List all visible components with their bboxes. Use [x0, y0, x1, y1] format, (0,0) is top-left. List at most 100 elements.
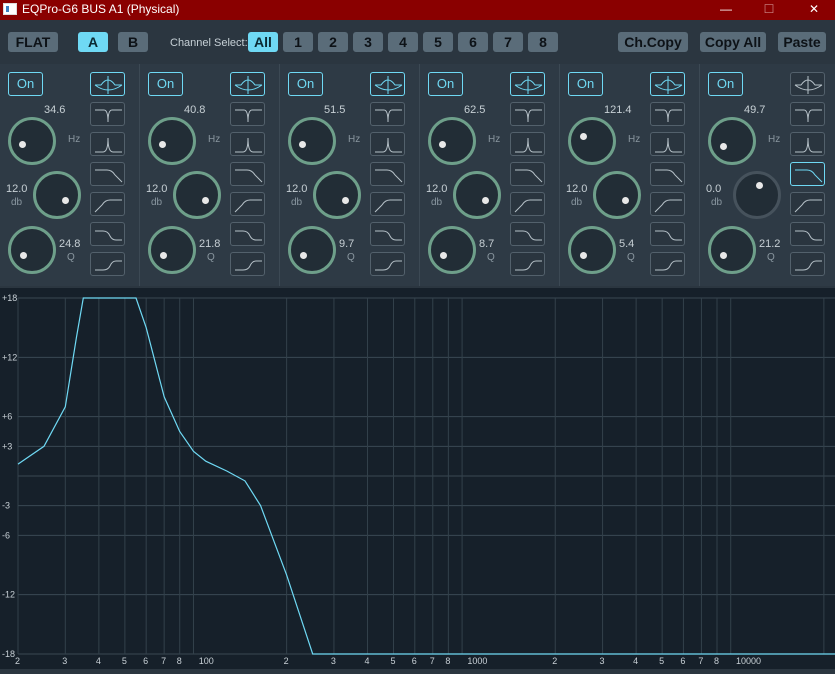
gain-knob[interactable]: [313, 171, 361, 219]
maximize-button[interactable]: ☐: [746, 0, 792, 20]
q-knob[interactable]: [568, 226, 616, 274]
low-shelf-filter-button[interactable]: [790, 222, 825, 246]
bell-filter-button[interactable]: [230, 72, 265, 96]
paste-button[interactable]: Paste: [778, 32, 826, 52]
channel-button-all[interactable]: All: [248, 32, 278, 52]
frequency-knob[interactable]: [568, 117, 616, 165]
peak-filter-button[interactable]: [370, 132, 405, 156]
q-knob[interactable]: [8, 226, 56, 274]
bell-filter-button[interactable]: [790, 72, 825, 96]
band-on-button[interactable]: On: [428, 72, 463, 96]
high-shelf-filter-icon: [95, 260, 122, 271]
channel-button-5[interactable]: 5: [423, 32, 453, 52]
notch-filter-button[interactable]: [370, 102, 405, 126]
high-shelf-filter-button[interactable]: [790, 252, 825, 276]
band-on-button[interactable]: On: [8, 72, 43, 96]
bell-filter-button[interactable]: [510, 72, 545, 96]
flat-button[interactable]: FLAT: [8, 32, 58, 52]
bell-filter-button[interactable]: [650, 72, 685, 96]
low-pass-filter-button[interactable]: [230, 162, 265, 186]
low-pass-filter-button[interactable]: [90, 162, 125, 186]
gain-knob-indicator: [342, 196, 350, 204]
notch-filter-button[interactable]: [790, 102, 825, 126]
high-pass-filter-button[interactable]: [790, 192, 825, 216]
low-shelf-filter-button[interactable]: [510, 222, 545, 246]
x-tick-label: 6: [143, 656, 148, 666]
gain-knob[interactable]: [33, 171, 81, 219]
high-shelf-filter-button[interactable]: [650, 252, 685, 276]
notch-filter-button[interactable]: [650, 102, 685, 126]
gain-knob-indicator: [482, 196, 490, 204]
low-shelf-filter-button[interactable]: [90, 222, 125, 246]
band-on-button[interactable]: On: [568, 72, 603, 96]
bell-filter-button[interactable]: [370, 72, 405, 96]
peak-filter-button[interactable]: [230, 132, 265, 156]
gain-knob[interactable]: [733, 171, 781, 219]
high-shelf-filter-button[interactable]: [510, 252, 545, 276]
preset-b-button[interactable]: B: [118, 32, 148, 52]
low-pass-filter-button[interactable]: [790, 162, 825, 186]
frequency-knob-indicator: [159, 140, 167, 148]
frequency-knob[interactable]: [708, 117, 756, 165]
x-tick-label: 5: [122, 656, 127, 666]
channel-button-7[interactable]: 7: [493, 32, 523, 52]
high-pass-filter-button[interactable]: [230, 192, 265, 216]
high-pass-filter-button[interactable]: [510, 192, 545, 216]
low-pass-filter-button[interactable]: [370, 162, 405, 186]
gain-knob[interactable]: [173, 171, 221, 219]
band-on-button[interactable]: On: [148, 72, 183, 96]
high-shelf-filter-button[interactable]: [370, 252, 405, 276]
close-button[interactable]: ✕: [791, 0, 835, 20]
frequency-knob[interactable]: [148, 117, 196, 165]
peak-filter-button[interactable]: [90, 132, 125, 156]
channel-button-4[interactable]: 4: [388, 32, 418, 52]
preset-a-button[interactable]: A: [78, 32, 108, 52]
peak-filter-button[interactable]: [650, 132, 685, 156]
band-on-button[interactable]: On: [708, 72, 743, 96]
copy-all-button[interactable]: Copy All: [700, 32, 766, 52]
q-knob[interactable]: [288, 226, 336, 274]
bell-filter-button[interactable]: [90, 72, 125, 96]
high-shelf-filter-button[interactable]: [90, 252, 125, 276]
peak-filter-icon: [515, 137, 542, 153]
q-knob[interactable]: [708, 226, 756, 274]
high-pass-filter-button[interactable]: [370, 192, 405, 216]
peak-filter-button[interactable]: [790, 132, 825, 156]
band-on-button[interactable]: On: [288, 72, 323, 96]
x-tick-label: 4: [364, 656, 369, 666]
frequency-knob[interactable]: [8, 117, 56, 165]
high-pass-filter-button[interactable]: [90, 192, 125, 216]
band-strip-2: On 40.8 Hz 12.0 db 21.8 Q: [140, 64, 280, 286]
low-pass-filter-button[interactable]: [650, 162, 685, 186]
high-pass-filter-button[interactable]: [650, 192, 685, 216]
gain-knob[interactable]: [593, 171, 641, 219]
channel-button-2[interactable]: 2: [318, 32, 348, 52]
gain-knob[interactable]: [453, 171, 501, 219]
low-shelf-filter-icon: [375, 230, 402, 241]
x-tick-label: 4: [633, 656, 638, 666]
high-shelf-filter-button[interactable]: [230, 252, 265, 276]
notch-filter-icon: [235, 109, 262, 123]
bell-filter-icon: [514, 76, 543, 94]
low-shelf-filter-button[interactable]: [370, 222, 405, 246]
notch-filter-button[interactable]: [230, 102, 265, 126]
channel-button-6[interactable]: 6: [458, 32, 488, 52]
low-shelf-filter-button[interactable]: [230, 222, 265, 246]
q-knob[interactable]: [148, 226, 196, 274]
peak-filter-button[interactable]: [510, 132, 545, 156]
notch-filter-icon: [655, 109, 682, 123]
notch-filter-button[interactable]: [510, 102, 545, 126]
low-pass-filter-button[interactable]: [510, 162, 545, 186]
frequency-knob[interactable]: [428, 117, 476, 165]
channel-button-8[interactable]: 8: [528, 32, 558, 52]
q-value: 21.8: [199, 238, 221, 250]
low-shelf-filter-button[interactable]: [650, 222, 685, 246]
notch-filter-button[interactable]: [90, 102, 125, 126]
ch-copy-button[interactable]: Ch.Copy: [618, 32, 688, 52]
minimize-button[interactable]: —: [703, 0, 749, 20]
channel-button-1[interactable]: 1: [283, 32, 313, 52]
q-knob[interactable]: [428, 226, 476, 274]
frequency-knob[interactable]: [288, 117, 336, 165]
x-tick-label: 100: [199, 656, 214, 666]
channel-button-3[interactable]: 3: [353, 32, 383, 52]
